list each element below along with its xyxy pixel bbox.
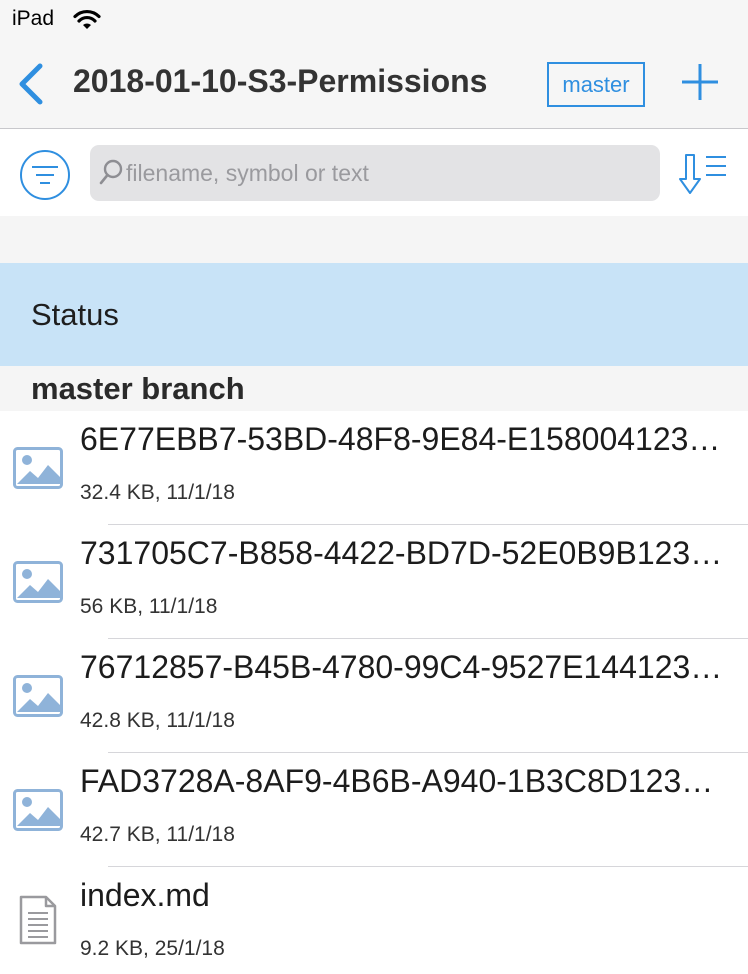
file-row[interactable]: 731705C7-B858-4422-BD7D-52E0B9B12345.png… [0, 525, 748, 639]
file-row[interactable]: FAD3728A-8AF9-4B6B-A940-1B3C8D123456.png… [0, 753, 748, 867]
image-icon [13, 789, 63, 831]
search-input[interactable] [126, 145, 646, 201]
file-name: 76712857-B45B-4780-99C4-9527E1441234.png [80, 649, 730, 685]
branch-label: master [562, 71, 630, 97]
file-meta: 32.4 KB, 11/1/18 [80, 481, 235, 504]
sort-icon[interactable] [676, 149, 732, 197]
wifi-icon [73, 9, 101, 29]
section-title: master branch [31, 371, 245, 406]
status-bar: iPad [0, 0, 748, 40]
navigation-bar: 2018-01-10-S3-Permissions master [0, 40, 748, 129]
file-row[interactable]: 76712857-B45B-4780-99C4-9527E1441234.png… [0, 639, 748, 753]
search-field[interactable] [90, 145, 660, 201]
section-header: master branch [0, 366, 748, 411]
spacer [0, 216, 748, 263]
file-name: index.md [80, 877, 210, 913]
status-row[interactable]: Status [0, 263, 748, 366]
image-icon [13, 561, 63, 603]
add-icon[interactable] [680, 62, 720, 102]
document-icon [19, 895, 57, 945]
repository-title: 2018-01-10-S3-Permissions [73, 63, 488, 99]
carrier-label: iPad [12, 7, 55, 30]
file-row[interactable]: 6E77EBB7-53BD-48F8-9E84-E15800412345.png… [0, 411, 748, 525]
filter-icon[interactable] [19, 149, 71, 201]
back-chevron-icon[interactable] [14, 60, 48, 108]
search-toolbar [0, 129, 748, 216]
file-meta: 42.7 KB, 11/1/18 [80, 823, 235, 846]
file-name: FAD3728A-8AF9-4B6B-A940-1B3C8D123456.png [80, 763, 730, 799]
file-meta: 42.8 KB, 11/1/18 [80, 709, 235, 732]
file-name: 6E77EBB7-53BD-48F8-9E84-E15800412345.png [80, 421, 730, 457]
search-icon [99, 159, 123, 185]
file-name: 731705C7-B858-4422-BD7D-52E0B9B12345.png [80, 535, 730, 571]
image-icon [13, 675, 63, 717]
branch-button[interactable]: master [547, 62, 645, 107]
file-row[interactable]: index.md 9.2 KB, 25/1/18 [0, 867, 748, 974]
file-meta: 56 KB, 11/1/18 [80, 595, 218, 618]
status-label: Status [31, 297, 119, 332]
file-list: 6E77EBB7-53BD-48F8-9E84-E15800412345.png… [0, 411, 748, 974]
image-icon [13, 447, 63, 489]
file-meta: 9.2 KB, 25/1/18 [80, 937, 225, 960]
